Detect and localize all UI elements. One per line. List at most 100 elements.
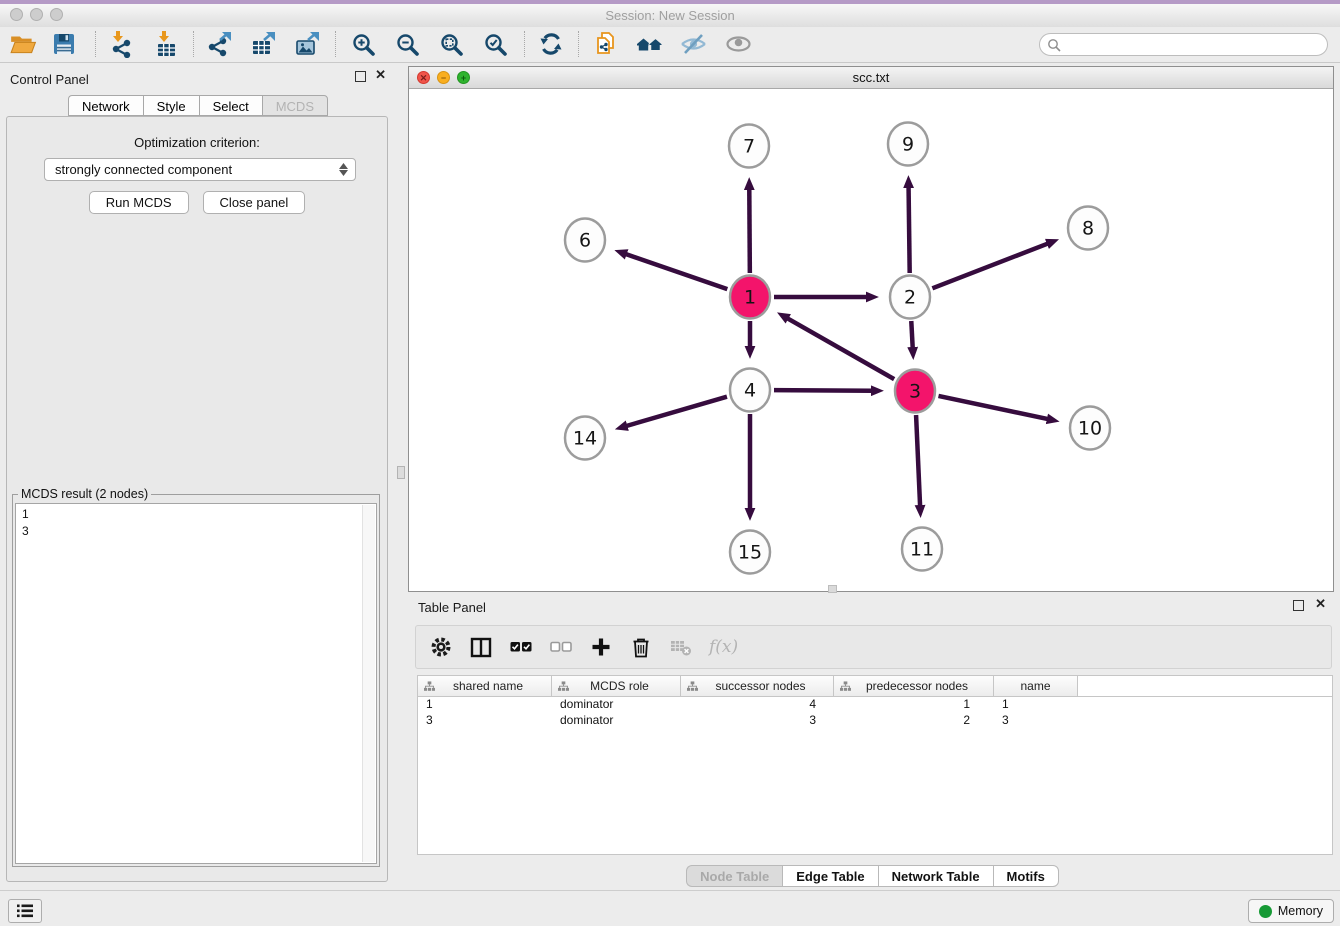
graph-edge-3-1[interactable] (787, 318, 894, 379)
node-table-header: shared name MCDS role successor nodes pr… (418, 676, 1332, 697)
function-builder-button-disabled: f(x) (709, 637, 738, 657)
column-header-mcds-role[interactable]: MCDS role (552, 676, 681, 697)
save-session-button[interactable] (45, 28, 83, 60)
close-panel-button[interactable]: Close panel (203, 191, 306, 214)
vertical-splitter-handle[interactable] (397, 466, 405, 479)
import-network-button[interactable] (102, 28, 140, 60)
select-all-button[interactable] (509, 635, 533, 659)
hide-selected-button[interactable] (674, 28, 712, 60)
graph-edge-4-14[interactable] (626, 397, 727, 426)
tab-node-table[interactable]: Node Table (686, 865, 782, 887)
task-history-button[interactable] (8, 899, 42, 923)
graph-edge-3-10[interactable] (938, 396, 1047, 419)
zoom-out-button[interactable] (388, 28, 426, 60)
open-folder-icon (9, 31, 37, 57)
tab-style[interactable]: Style (143, 95, 199, 116)
float-table-panel-icon[interactable] (1293, 600, 1304, 613)
graph-edge-2-9[interactable] (909, 187, 910, 273)
home-layout-button[interactable] (630, 28, 668, 60)
export-image-button[interactable] (288, 28, 326, 60)
float-panel-icon[interactable] (355, 71, 366, 84)
show-all-button[interactable] (719, 28, 757, 60)
cell-predecessor-nodes: 2 (834, 713, 994, 729)
tab-network-table[interactable]: Network Table (878, 865, 993, 887)
run-mcds-button[interactable]: Run MCDS (89, 191, 189, 214)
toolbar-separator (95, 31, 96, 57)
horizontal-splitter-handle[interactable] (828, 585, 837, 593)
graph-node-label: 2 (904, 287, 916, 309)
tab-network[interactable]: Network (68, 95, 143, 116)
network-view-window: ✕ − + scc.txt 7968124314101511 (408, 66, 1334, 592)
delete-column-button[interactable] (629, 635, 653, 659)
graph-node-label: 9 (902, 134, 914, 156)
graph-edge-2-8[interactable] (932, 244, 1048, 289)
graph-edge-2-3[interactable] (911, 321, 912, 348)
cell-mcds-role: dominator (552, 713, 681, 729)
mcds-buttons-row: Run MCDS Close panel (7, 191, 387, 214)
tab-edge-table[interactable]: Edge Table (782, 865, 877, 887)
duplicate-network-button[interactable] (587, 28, 625, 60)
graph-edge-1-7[interactable] (749, 189, 750, 273)
zoom-fit-icon (439, 32, 464, 57)
column-type-icon (424, 681, 435, 692)
search-field[interactable] (1039, 33, 1328, 56)
close-panel-icon[interactable]: ✕ (375, 69, 386, 81)
graph-edge-1-6[interactable] (626, 254, 728, 289)
graph-edge-4-3[interactable] (774, 390, 872, 391)
export-table-button[interactable] (244, 28, 282, 60)
eye-icon (725, 31, 752, 57)
import-network-icon (108, 30, 135, 58)
open-session-button[interactable] (4, 28, 42, 60)
show-columns-button[interactable] (469, 635, 493, 659)
graph-node-label: 7 (743, 136, 755, 158)
column-header-predecessor-nodes[interactable]: predecessor nodes (834, 676, 994, 697)
toolbar-separator (193, 31, 194, 57)
zoom-fit-button[interactable] (432, 28, 470, 60)
import-table-button[interactable] (147, 28, 185, 60)
export-network-button[interactable] (200, 28, 238, 60)
column-header-shared-name[interactable]: shared name (418, 676, 552, 697)
tab-mcds[interactable]: MCDS (262, 95, 328, 116)
unchecked-boxes-icon (550, 640, 572, 654)
mcds-result-legend: MCDS result (2 nodes) (18, 487, 151, 501)
tab-motifs[interactable]: Motifs (993, 865, 1059, 887)
search-input[interactable] (1065, 37, 1327, 53)
zoom-out-icon (395, 32, 420, 57)
result-scrollbar[interactable] (362, 505, 375, 862)
cell-mcds-role: dominator (552, 697, 681, 713)
column-header-successor-nodes[interactable]: successor nodes (681, 676, 834, 697)
criterion-dropdown[interactable]: strongly connected component (44, 158, 356, 181)
column-header-name[interactable]: name (994, 676, 1078, 697)
graph-node-label: 8 (1082, 218, 1094, 240)
table-header-filler (1078, 676, 1332, 697)
result-line: 1 (22, 506, 370, 523)
table-row[interactable]: 3 dominator 3 2 3 (418, 713, 1332, 729)
column-type-icon (687, 681, 698, 692)
deselect-all-button[interactable] (549, 635, 573, 659)
memory-button[interactable]: Memory (1248, 899, 1334, 923)
create-column-button[interactable] (589, 635, 613, 659)
import-table-icon (153, 30, 180, 58)
table-row[interactable]: 1 dominator 4 1 1 (418, 697, 1332, 713)
column-type-icon (840, 681, 851, 692)
mcds-result-textarea[interactable]: 1 3 (15, 503, 377, 864)
tab-select[interactable]: Select (199, 95, 262, 116)
zoom-selected-button[interactable] (476, 28, 514, 60)
zoom-in-button[interactable] (344, 28, 382, 60)
node-table[interactable]: shared name MCDS role successor nodes pr… (417, 675, 1333, 855)
export-network-icon (206, 31, 233, 58)
cell-name: 1 (994, 697, 1078, 713)
table-settings-button[interactable] (429, 635, 453, 659)
close-table-panel-icon[interactable]: ✕ (1315, 598, 1326, 610)
control-panel-title: Control Panel (10, 72, 89, 87)
graph-node-label: 11 (910, 539, 934, 561)
control-panel: Control Panel ✕ Network Style Select MCD… (0, 62, 396, 890)
network-window-titlebar[interactable]: ✕ − + scc.txt (409, 67, 1333, 89)
toolbar-separator (578, 31, 579, 57)
network-graph-canvas[interactable]: 7968124314101511 (409, 89, 1333, 591)
refresh-button[interactable] (532, 28, 570, 60)
graph-edge-3-11[interactable] (916, 415, 920, 506)
home-icon (636, 31, 663, 57)
plus-icon (591, 637, 611, 657)
columns-icon (470, 637, 492, 658)
